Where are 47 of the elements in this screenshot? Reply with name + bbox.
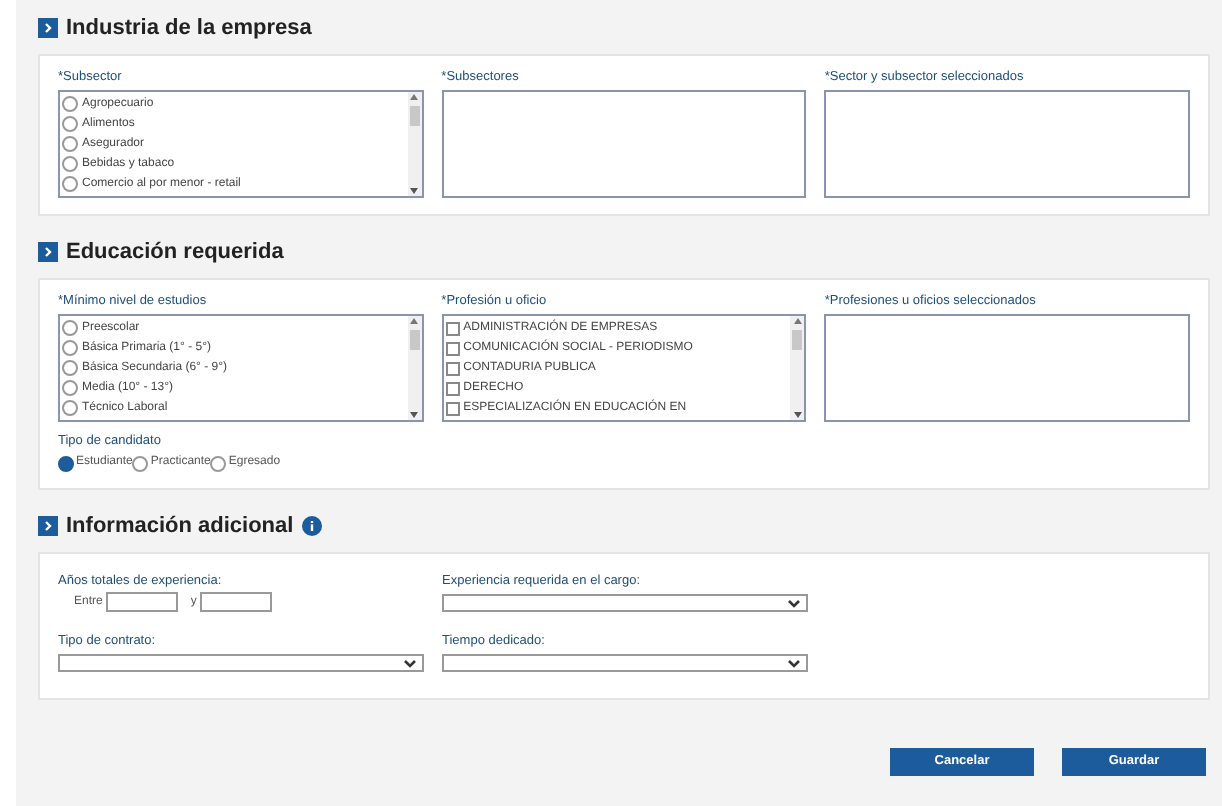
list-box[interactable] <box>441 90 807 198</box>
list-box[interactable] <box>824 90 1191 198</box>
radio-button[interactable] <box>132 455 149 471</box>
chevron-icon <box>38 516 58 536</box>
caret-icon <box>788 599 800 607</box>
checkbox[interactable] <box>445 381 460 395</box>
down-arrow-icon[interactable] <box>410 412 419 418</box>
checkbox[interactable] <box>445 361 460 375</box>
caret-icon <box>788 659 800 667</box>
scrollbar[interactable] <box>790 316 805 420</box>
radio-button[interactable] <box>210 455 227 471</box>
scrollbar-thumb[interactable] <box>409 330 420 350</box>
radio-button[interactable] <box>62 360 78 376</box>
down-arrow-icon[interactable] <box>410 188 419 194</box>
radio-button[interactable] <box>62 116 78 132</box>
section-title: Información adicional <box>66 511 294 542</box>
radio-button[interactable] <box>62 400 78 416</box>
chevron-icon <box>38 18 58 38</box>
radio-button[interactable] <box>62 340 78 356</box>
radio-button[interactable] <box>62 96 78 112</box>
radio-button[interactable] <box>62 320 78 336</box>
chevron-icon <box>38 242 58 262</box>
radio-button[interactable] <box>62 176 78 192</box>
up-arrow-icon[interactable] <box>793 318 802 324</box>
caret-icon <box>404 659 416 667</box>
list-box[interactable] <box>824 314 1191 422</box>
section-title: Educación requerida <box>66 237 284 268</box>
checkbox[interactable] <box>445 321 460 335</box>
dropdown[interactable] <box>442 654 808 672</box>
scrollbar[interactable] <box>407 92 422 196</box>
up-arrow-icon[interactable] <box>410 94 419 100</box>
checkbox[interactable] <box>445 401 460 415</box>
input-field[interactable] <box>200 592 273 612</box>
radio-button[interactable] <box>58 455 74 471</box>
dropdown[interactable] <box>442 594 808 612</box>
scrollbar-thumb[interactable] <box>792 330 803 350</box>
radio-button[interactable] <box>62 156 78 172</box>
input-field[interactable] <box>106 592 179 612</box>
up-arrow-icon[interactable] <box>410 318 419 324</box>
scrollbar-thumb[interactable] <box>409 106 420 126</box>
down-arrow-icon[interactable] <box>793 412 802 418</box>
radio-button[interactable] <box>62 380 78 396</box>
radio-button[interactable] <box>62 136 78 152</box>
checkbox[interactable] <box>445 341 460 355</box>
section-title: Industria de la empresa <box>66 13 312 44</box>
dropdown[interactable] <box>58 654 424 672</box>
scrollbar[interactable] <box>407 316 422 420</box>
